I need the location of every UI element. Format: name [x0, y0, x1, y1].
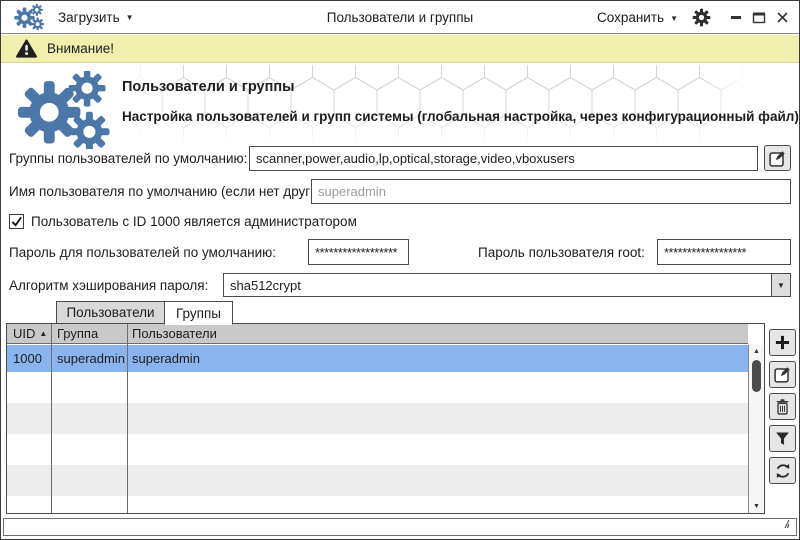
hash-algorithm-select[interactable]: sha512crypt ▼ — [223, 273, 791, 297]
tab-users-label: Пользователи — [66, 305, 154, 320]
scroll-up-icon: ▲ — [753, 348, 760, 355]
refresh-icon — [774, 462, 792, 480]
edit-button[interactable] — [769, 361, 796, 388]
chevron-down-icon: ▼ — [670, 13, 678, 23]
chevron-down-icon: ▼ — [777, 281, 785, 290]
default-username-input[interactable] — [311, 179, 791, 204]
edit-groups-button[interactable] — [764, 145, 791, 171]
hash-algorithm-label: Алгоритм хэширования пароля: — [9, 278, 208, 293]
close-button[interactable] — [775, 11, 789, 25]
delete-button[interactable] — [769, 393, 796, 420]
default-password-label: Пароль для пользователей по умолчанию: — [9, 245, 276, 260]
refresh-button[interactable] — [769, 457, 796, 484]
maximize-button[interactable] — [752, 11, 766, 25]
vertical-scrollbar[interactable]: ▲ ▼ — [748, 345, 764, 513]
app-window: Загрузить ▼ Пользователи и группы Сохран… — [0, 0, 800, 540]
admin-checkbox[interactable] — [9, 214, 24, 229]
default-username-label: Имя пользователя по умолчанию (если нет … — [9, 184, 333, 199]
status-bar — [3, 518, 797, 536]
tab-groups-label: Группы — [176, 306, 221, 321]
add-button[interactable] — [769, 329, 796, 356]
close-icon — [776, 11, 789, 24]
default-groups-input[interactable] — [249, 146, 758, 171]
warning-triangle-icon — [15, 38, 38, 59]
trash-icon — [774, 398, 791, 416]
table-row-selected[interactable]: 1000 superadmin superadmin — [7, 345, 748, 372]
column-header-group[interactable]: Группа — [51, 324, 126, 343]
empty-rows-area — [7, 372, 748, 513]
load-menu-label: Загрузить — [58, 10, 120, 25]
edit-pencil-icon — [773, 365, 792, 384]
column-header-users[interactable]: Пользователи — [126, 324, 748, 343]
maximize-icon — [752, 11, 766, 24]
minimize-button[interactable] — [729, 11, 743, 25]
checkmark-icon — [10, 215, 23, 228]
scroll-down-button[interactable]: ▼ — [749, 500, 764, 513]
root-password-label: Пароль пользователя root: — [478, 245, 645, 260]
scroll-down-icon: ▼ — [753, 503, 760, 510]
default-groups-label: Группы пользователей по умолчанию: — [9, 151, 247, 166]
tab-groups[interactable]: Группы — [164, 301, 233, 325]
chevron-down-icon: ▼ — [126, 12, 134, 22]
hash-algorithm-value: sha512crypt — [224, 278, 771, 293]
plus-icon — [774, 334, 791, 351]
table-header-row: UID ▲ Группа Пользователи — [7, 324, 748, 344]
page-title: Пользователи и группы — [122, 79, 294, 95]
warning-text: Внимание! — [47, 41, 114, 56]
cell-users: superadmin — [126, 351, 748, 366]
page-gears-icon — [16, 71, 110, 149]
root-password-input[interactable] — [657, 239, 791, 265]
column-divider — [127, 324, 128, 513]
settings-gear-icon[interactable] — [692, 8, 711, 27]
page-subtitle: Настройка пользователей и групп системы … — [122, 109, 799, 124]
load-menu-button[interactable]: Загрузить ▼ — [58, 10, 134, 25]
edit-pencil-icon — [768, 149, 787, 168]
resize-grip-icon[interactable] — [778, 517, 790, 529]
cell-group: superadmin — [51, 351, 126, 366]
groups-table-panel: UID ▲ Группа Пользователи 1000 superadmi… — [6, 323, 765, 514]
warning-banner[interactable]: Внимание! — [1, 35, 799, 63]
save-menu-label: Сохранить — [597, 10, 664, 25]
app-gears-icon — [14, 4, 44, 30]
scrollbar-thumb[interactable] — [752, 360, 761, 392]
filter-button[interactable] — [769, 425, 796, 452]
save-menu-button[interactable]: Сохранить ▼ — [597, 10, 678, 25]
sort-ascending-icon: ▲ — [39, 329, 47, 338]
funnel-icon — [774, 430, 791, 447]
column-header-uid[interactable]: UID ▲ — [7, 324, 51, 343]
tab-users[interactable]: Пользователи — [56, 301, 165, 324]
cell-uid: 1000 — [7, 351, 51, 366]
default-password-input[interactable] — [308, 239, 409, 265]
dropdown-arrow-button[interactable]: ▼ — [771, 274, 790, 296]
minimize-icon — [731, 16, 741, 19]
admin-checkbox-label: Пользователь с ID 1000 является админист… — [31, 214, 357, 229]
column-divider — [51, 324, 52, 513]
title-bar: Загрузить ▼ Пользователи и группы Сохран… — [1, 1, 799, 34]
scroll-up-button[interactable]: ▲ — [749, 345, 764, 358]
hexagon-pattern-decoration — [119, 65, 749, 143]
